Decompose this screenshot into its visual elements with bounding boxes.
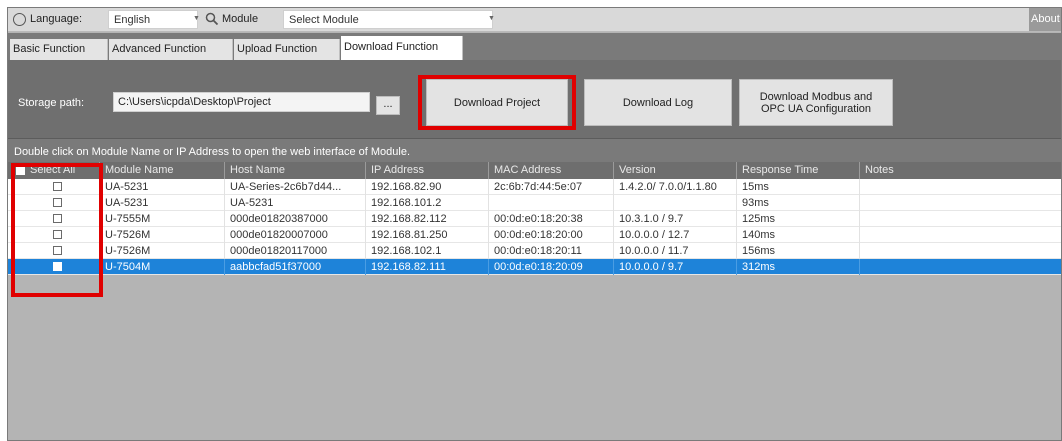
cell-ip-address[interactable]: 192.168.82.90 bbox=[366, 179, 489, 195]
browse-button[interactable]: ... bbox=[376, 96, 400, 115]
top-toolbar: Language: English ▼ Module Select Module… bbox=[8, 8, 1061, 32]
storage-path-field[interactable]: C:\Users\icpda\Desktop\Project bbox=[113, 92, 370, 112]
cell-mac-address: 00:0d:e0:18:20:38 bbox=[489, 211, 614, 227]
tab-strip: Basic Function Advanced Function Upload … bbox=[8, 33, 1061, 61]
hint-text: Double click on Module Name or IP Addres… bbox=[8, 138, 1061, 162]
cell-notes bbox=[860, 259, 1061, 275]
table-row[interactable]: UA-5231 UA-5231 192.168.101.2 93ms bbox=[8, 195, 1061, 211]
storage-path-label: Storage path: bbox=[18, 97, 85, 109]
table-row[interactable]: U-7555M 000de01820387000 192.168.82.112 00:… bbox=[8, 211, 1061, 227]
table-header: Select All Module Name Host Name IP Addr… bbox=[8, 162, 1061, 179]
cell-host-name: UA-Series-2c6b7d44... bbox=[225, 179, 366, 195]
table-row[interactable]: UA-5231 UA-Series-2c6b7d44... 192.168.82.9… bbox=[8, 179, 1061, 195]
cell-response-time: 156ms bbox=[737, 243, 860, 259]
module-label: Module bbox=[222, 13, 259, 25]
cell-notes bbox=[860, 179, 1061, 195]
cell-mac-address: 2c:6b:7d:44:5e:07 bbox=[489, 179, 614, 195]
col-module-name[interactable]: Module Name bbox=[100, 162, 225, 179]
search-icon bbox=[205, 12, 219, 26]
tab-basic-function[interactable]: Basic Function bbox=[10, 39, 108, 60]
module-select[interactable]: Select Module bbox=[283, 10, 493, 29]
cell-host-name: 000de01820117000 bbox=[225, 243, 366, 259]
col-version[interactable]: Version bbox=[614, 162, 737, 179]
cell-mac-address: 00:0d:e0:18:20:00 bbox=[489, 227, 614, 243]
cell-response-time: 15ms bbox=[737, 179, 860, 195]
cell-response-time: 93ms bbox=[737, 195, 860, 211]
col-mac-address[interactable]: MAC Address bbox=[489, 162, 614, 179]
cell-response-time: 125ms bbox=[737, 211, 860, 227]
tab-upload-function[interactable]: Upload Function bbox=[234, 39, 340, 60]
col-response-time[interactable]: Response Time bbox=[737, 162, 860, 179]
cell-version: 1.4.2.0/ 7.0.0/1.1.80 bbox=[614, 179, 737, 195]
table-row[interactable]: U-7526M 000de01820117000 192.168.102.1 00:0… bbox=[8, 243, 1061, 259]
cell-module-name[interactable]: U-7526M bbox=[100, 227, 225, 243]
cell-response-time: 312ms bbox=[737, 259, 860, 275]
col-notes[interactable]: Notes bbox=[860, 162, 1061, 179]
cell-host-name: 000de01820007000 bbox=[225, 227, 366, 243]
cell-module-name[interactable]: U-7504M bbox=[100, 259, 225, 275]
cell-ip-address[interactable]: 192.168.102.1 bbox=[366, 243, 489, 259]
download-modbus-label-line1: Download Modbus and bbox=[759, 90, 873, 103]
cell-module-name[interactable]: UA-5231 bbox=[100, 179, 225, 195]
cell-notes bbox=[860, 195, 1061, 211]
about-button[interactable]: About bbox=[1029, 8, 1061, 31]
table-row[interactable]: U-7504M aabbcfad51f37000 192.168.82.111 00:… bbox=[8, 259, 1061, 275]
cell-mac-address: 00:0d:e0:18:20:11 bbox=[489, 243, 614, 259]
cell-notes bbox=[860, 227, 1061, 243]
language-label: Language: bbox=[30, 13, 82, 25]
col-ip-address[interactable]: IP Address bbox=[366, 162, 489, 179]
col-host-name[interactable]: Host Name bbox=[225, 162, 366, 179]
cell-host-name: 000de01820387000 bbox=[225, 211, 366, 227]
cell-host-name: UA-5231 bbox=[225, 195, 366, 211]
cell-response-time: 140ms bbox=[737, 227, 860, 243]
cell-notes bbox=[860, 243, 1061, 259]
cell-module-name[interactable]: UA-5231 bbox=[100, 195, 225, 211]
cell-ip-address[interactable]: 192.168.101.2 bbox=[366, 195, 489, 211]
cell-mac-address: 00:0d:e0:18:20:09 bbox=[489, 259, 614, 275]
download-log-button[interactable]: Download Log bbox=[584, 79, 732, 126]
cell-version: 10.3.1.0 / 9.7 bbox=[614, 211, 737, 227]
cell-notes bbox=[860, 211, 1061, 227]
download-modbus-label-line2: OPC UA Configuration bbox=[760, 102, 872, 115]
module-table: Select All Module Name Host Name IP Addr… bbox=[8, 162, 1061, 440]
cell-version: 10.0.0.0 / 9.7 bbox=[614, 259, 737, 275]
download-modbus-opcua-button[interactable]: Download Modbus and OPC UA Configuration bbox=[739, 79, 893, 126]
globe-icon bbox=[13, 13, 26, 26]
cell-mac-address bbox=[489, 195, 614, 211]
chevron-down-icon[interactable]: ▼ bbox=[193, 15, 200, 22]
highlight-box-select-column bbox=[11, 163, 103, 297]
language-select[interactable]: English bbox=[108, 10, 198, 29]
cell-ip-address[interactable]: 192.168.81.250 bbox=[366, 227, 489, 243]
app-window: Language: English ▼ Module Select Module… bbox=[7, 7, 1062, 441]
cell-ip-address[interactable]: 192.168.82.112 bbox=[366, 211, 489, 227]
cell-host-name: aabbcfad51f37000 bbox=[225, 259, 366, 275]
chevron-down-icon[interactable]: ▼ bbox=[488, 15, 495, 22]
cell-version: 10.0.0.0 / 11.7 bbox=[614, 243, 737, 259]
download-panel: Storage path: C:\Users\icpda\Desktop\Pro… bbox=[8, 60, 1061, 138]
table-row[interactable]: U-7526M 000de01820007000 192.168.81.250 00:… bbox=[8, 227, 1061, 243]
tab-advanced-function[interactable]: Advanced Function bbox=[109, 39, 233, 60]
cell-version bbox=[614, 195, 737, 211]
cell-ip-address[interactable]: 192.168.82.111 bbox=[366, 259, 489, 275]
tab-download-function[interactable]: Download Function bbox=[341, 36, 463, 61]
cell-module-name[interactable]: U-7526M bbox=[100, 243, 225, 259]
cell-module-name[interactable]: U-7555M bbox=[100, 211, 225, 227]
cell-version: 10.0.0.0 / 12.7 bbox=[614, 227, 737, 243]
highlight-box-download-project bbox=[418, 75, 576, 130]
